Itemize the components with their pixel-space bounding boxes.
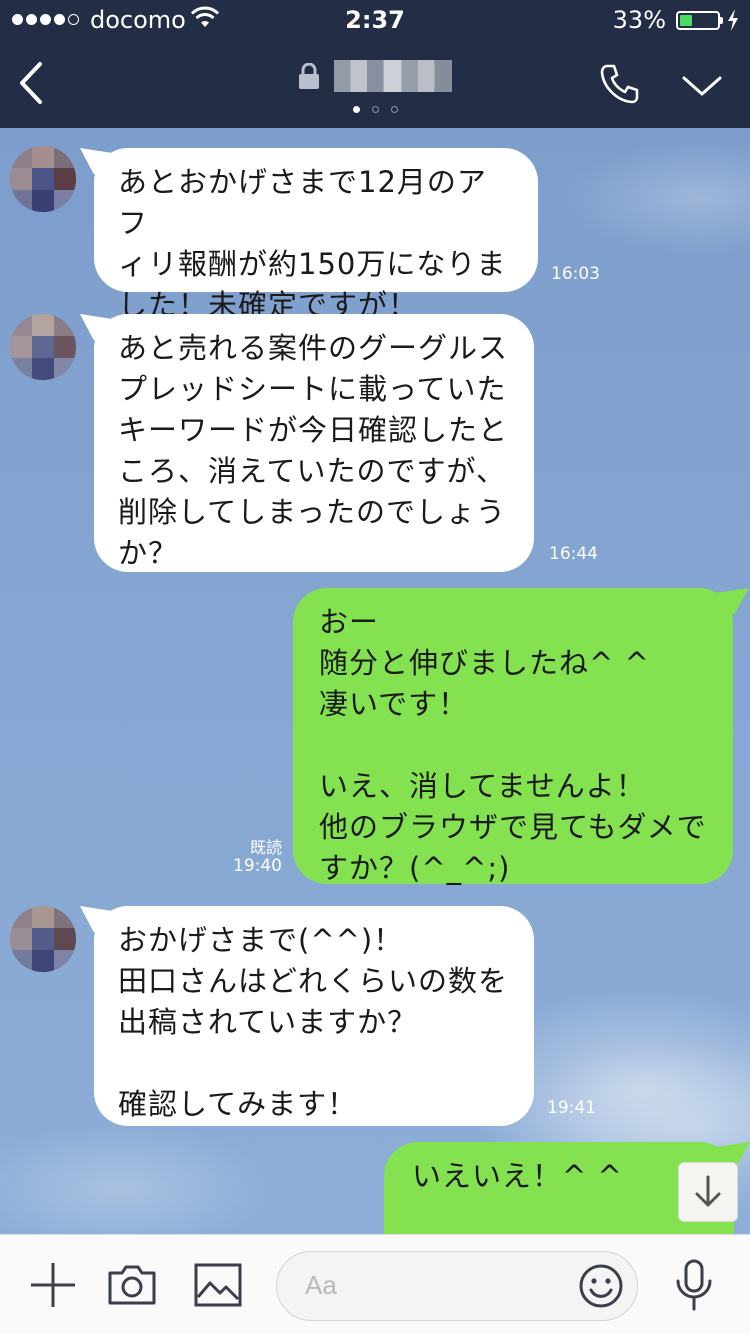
plus-icon[interactable] (27, 1259, 79, 1311)
status-bar: docomo 2:37 33% (0, 0, 750, 40)
chat-header (0, 40, 750, 128)
top-bar: docomo 2:37 33% (0, 0, 750, 128)
message-bubble-incoming[interactable]: あと売れる案件のグーグルス プレッドシートに載っていた キーワードが今日確認した… (94, 314, 534, 572)
avatar[interactable] (10, 146, 76, 212)
message-input-placeholder: Aa (305, 1270, 337, 1300)
arrow-down-icon (695, 1175, 721, 1207)
composer-bar: Aa (0, 1234, 750, 1334)
blurred-contact-name (334, 60, 452, 92)
charging-bolt-icon (728, 9, 738, 31)
back-chevron-icon[interactable] (14, 58, 54, 108)
message-time: 19:41 (547, 1098, 596, 1118)
message-bubble-outgoing[interactable]: おー 随分と伸びましたね^ ^ 凄いです！ いえ、消してませんよ！ 他のブラウザ… (293, 588, 733, 885)
scroll-to-bottom-button[interactable] (678, 1162, 738, 1222)
message-bubble-incoming[interactable]: あとおかげさまで12月のアフ ィリ報酬が約150万になりま した！未確定ですが！ (94, 148, 538, 322)
camera-icon[interactable] (106, 1259, 158, 1311)
message-input[interactable]: Aa (276, 1251, 638, 1321)
message-time: 16:44 (549, 544, 598, 564)
chevron-down-icon[interactable] (680, 70, 724, 100)
page-dot (371, 106, 379, 113)
message-bubble-incoming[interactable]: おかげさまで(^^)！ 田口さんはどれくらいの数を 出稿されていますか？ 確認し… (94, 906, 534, 1126)
smiley-icon[interactable] (577, 1262, 625, 1310)
page-dot (390, 106, 398, 113)
message-time: 19:40 (233, 856, 282, 876)
avatar[interactable] (10, 314, 76, 380)
page-dot (352, 106, 360, 113)
chat-title[interactable] (298, 60, 452, 92)
battery-icon (676, 11, 723, 30)
image-icon[interactable] (192, 1259, 244, 1311)
line-chat-screen: docomo 2:37 33% あとおかげさまで12月のアフ ィリ報酬が約150… (0, 0, 750, 1334)
battery-percent: 33% (612, 6, 666, 34)
lock-icon (299, 63, 319, 89)
avatar[interactable] (10, 906, 76, 972)
read-receipt: 既読 (249, 838, 282, 857)
message-time: 16:03 (551, 264, 600, 284)
phone-icon[interactable] (598, 62, 642, 106)
microphone-icon[interactable] (668, 1257, 720, 1313)
page-indicator (0, 106, 750, 113)
chat-area[interactable]: あとおかげさまで12月のアフ ィリ報酬が約150万になりま した！未確定ですが！… (0, 128, 750, 1234)
